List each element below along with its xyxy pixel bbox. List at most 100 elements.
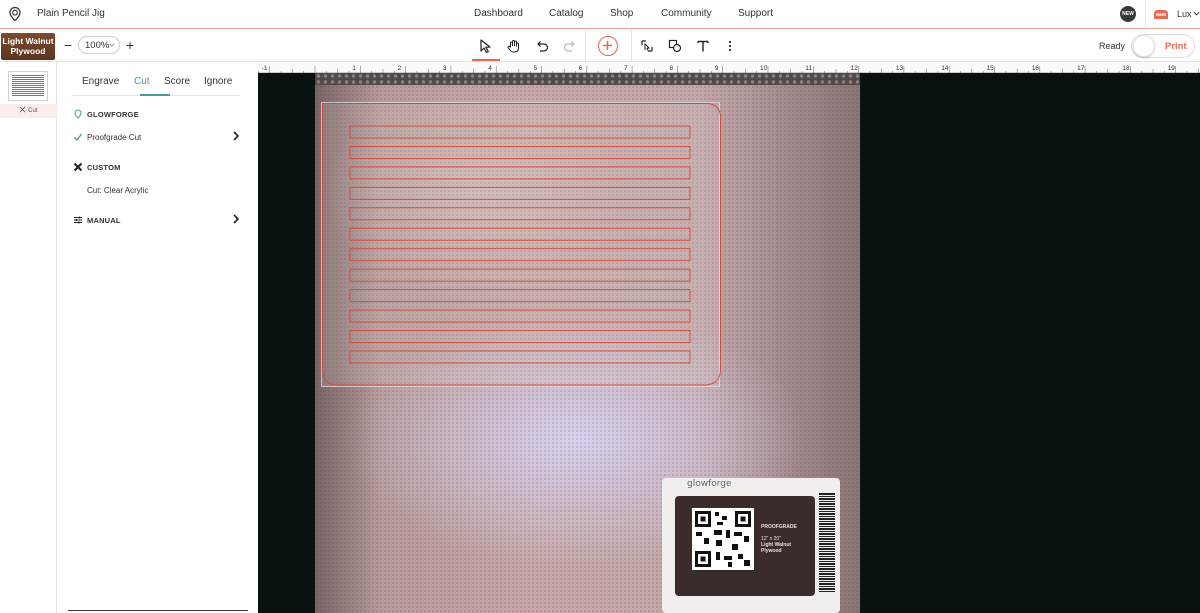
zoom-in-button[interactable]: + — [124, 38, 136, 52]
nav-shop[interactable]: Shop — [610, 8, 633, 19]
label-material-2: Plywood — [761, 548, 782, 554]
label-info: PROOFGRADE 12" x 20" Light Walnut Plywoo… — [761, 524, 813, 554]
chevron-down-icon — [109, 43, 115, 47]
option-proofgrade-cut[interactable]: Proofgrade Cut — [87, 133, 141, 142]
active-tab-indicator — [140, 94, 170, 96]
ruler-ticks: -1 1 2 3 4 5 6 7 8 9 10 11 12 13 14 15 16 17 18 19 — [258, 65, 1199, 73]
zoom-select[interactable]: 100% — [78, 36, 120, 54]
project-title[interactable]: Plain Pencil Jig — [37, 8, 105, 19]
ruler-label: 4 — [488, 65, 492, 72]
nav-community[interactable]: Community — [661, 8, 712, 19]
ruler-label: 9 — [715, 65, 719, 72]
pencil-slot — [349, 207, 691, 221]
design-thumbnail[interactable] — [8, 71, 48, 101]
pencil-slot — [349, 146, 691, 159]
glowforge-logo-icon[interactable] — [7, 6, 23, 22]
plus-icon — [603, 41, 612, 50]
text-icon[interactable] — [695, 38, 711, 54]
more-options-icon[interactable] — [722, 38, 738, 54]
label-brand: glowforge — [687, 479, 732, 489]
operation-settings-panel: Engrave Cut Score Ignore GLOWFORGE Proof… — [58, 62, 257, 613]
tab-score[interactable]: Score — [164, 76, 190, 87]
panel-divider — [68, 610, 248, 611]
design-thumbnails: Cut — [0, 62, 57, 613]
horizontal-ruler: -1 1 2 3 4 5 6 7 8 9 10 11 12 13 14 15 16 17 18 19 — [258, 62, 1200, 73]
active-tool-indicator — [472, 59, 500, 61]
trace-icon[interactable] — [639, 38, 655, 54]
workspace-canvas[interactable]: -1 1 2 3 4 5 6 7 8 9 10 11 12 13 14 15 16 17 18 19 glowforg… — [258, 62, 1200, 613]
pencil-slot — [349, 309, 691, 323]
nav-dashboard[interactable]: Dashboard — [474, 8, 523, 19]
user-name: Lux — [1177, 9, 1192, 19]
thumbnail-caption-text: Cut — [28, 108, 38, 114]
barcode — [819, 492, 835, 592]
material-selector[interactable]: Light Walnut Plywood — [1, 33, 55, 60]
undo-icon[interactable] — [534, 38, 550, 54]
new-badge[interactable]: NEW — [1120, 6, 1136, 22]
pencil-slot — [349, 248, 691, 262]
pencil-slot — [349, 350, 691, 364]
section-glowforge: GLOWFORGE — [87, 110, 139, 119]
ruler-label: 16 — [1032, 65, 1040, 72]
print-button[interactable]: Print — [1131, 34, 1195, 58]
qr-code — [692, 508, 754, 570]
print-toggle-knob — [1133, 35, 1155, 57]
print-label: Print — [1165, 41, 1187, 52]
glowforge-logo-icon — [74, 109, 82, 119]
chevron-down-icon — [1193, 11, 1200, 16]
ruler-label: 6 — [579, 65, 583, 72]
chevron-right-icon[interactable] — [232, 214, 240, 224]
chevron-right-icon[interactable] — [232, 131, 240, 141]
tab-cut[interactable]: Cut — [134, 76, 150, 87]
tab-engrave[interactable]: Engrave — [82, 76, 119, 87]
ruler-label: 15 — [987, 65, 995, 72]
pencil-slot — [349, 268, 691, 282]
pencil-slot — [349, 227, 691, 241]
ruler-label: 19 — [1168, 65, 1176, 72]
status-text: Ready — [1099, 41, 1126, 51]
ruler-label: 7 — [624, 65, 628, 72]
top-nav: Plain Pencil Jig Dashboard Catalog Shop … — [0, 0, 1200, 29]
pencil-slot — [349, 330, 691, 343]
select-arrow-icon[interactable] — [478, 38, 494, 54]
ruler-label: 11 — [805, 65, 812, 72]
label-badge: PROOFGRADE — [761, 524, 797, 530]
nav-catalog[interactable]: Catalog — [549, 8, 583, 19]
proofgrade-label: glowforge PROOFGRADE 12" x 20" Light Wal… — [662, 478, 840, 613]
zoom-level: 100% — [85, 40, 110, 51]
ruler-label: 2 — [398, 65, 402, 72]
zoom-out-button[interactable]: − — [62, 38, 74, 52]
ruler-label: 8 — [669, 65, 673, 72]
manual-sliders-icon — [74, 216, 82, 224]
shapes-icon[interactable] — [667, 38, 683, 54]
checkmark-icon — [74, 133, 83, 141]
tab-ignore[interactable]: Ignore — [204, 76, 232, 87]
user-menu[interactable]: Lux — [1145, 0, 1200, 29]
option-clear-acrylic[interactable]: Cut: Clear Acrylic — [87, 186, 148, 195]
pencil-slot — [349, 289, 691, 303]
label-card: PROOFGRADE 12" x 20" Light Walnut Plywoo… — [675, 496, 815, 596]
ruler-label: 1 — [352, 65, 356, 72]
nav-support[interactable]: Support — [738, 8, 773, 19]
ruler-label: 14 — [941, 65, 949, 72]
ruler-label: 17 — [1077, 65, 1085, 72]
thumbnail-caption[interactable]: Cut — [0, 104, 57, 118]
ruler-label: -1 — [262, 65, 268, 72]
redo-icon[interactable] — [562, 38, 578, 54]
ruler-label: 3 — [443, 65, 447, 72]
add-artwork-button[interactable] — [598, 36, 618, 56]
pencil-slot — [349, 166, 691, 180]
hand-pan-icon[interactable] — [506, 38, 522, 54]
ruler-label: 13 — [896, 65, 904, 72]
machine-icon — [1154, 10, 1168, 19]
cut-scissors-icon — [20, 106, 26, 113]
ruler-label: 18 — [1122, 65, 1130, 72]
section-manual[interactable]: MANUAL — [87, 216, 121, 225]
operation-tabs: Engrave Cut Score Ignore — [72, 76, 240, 96]
pencil-slot — [349, 186, 691, 200]
ruler-label: 12 — [851, 65, 859, 72]
pencil-jig-design[interactable] — [321, 102, 721, 387]
ruler-label: 10 — [760, 65, 768, 72]
pencil-slot — [349, 125, 691, 139]
bed-camera-view[interactable]: glowforge PROOFGRADE 12" x 20" Light Wal… — [315, 73, 860, 613]
